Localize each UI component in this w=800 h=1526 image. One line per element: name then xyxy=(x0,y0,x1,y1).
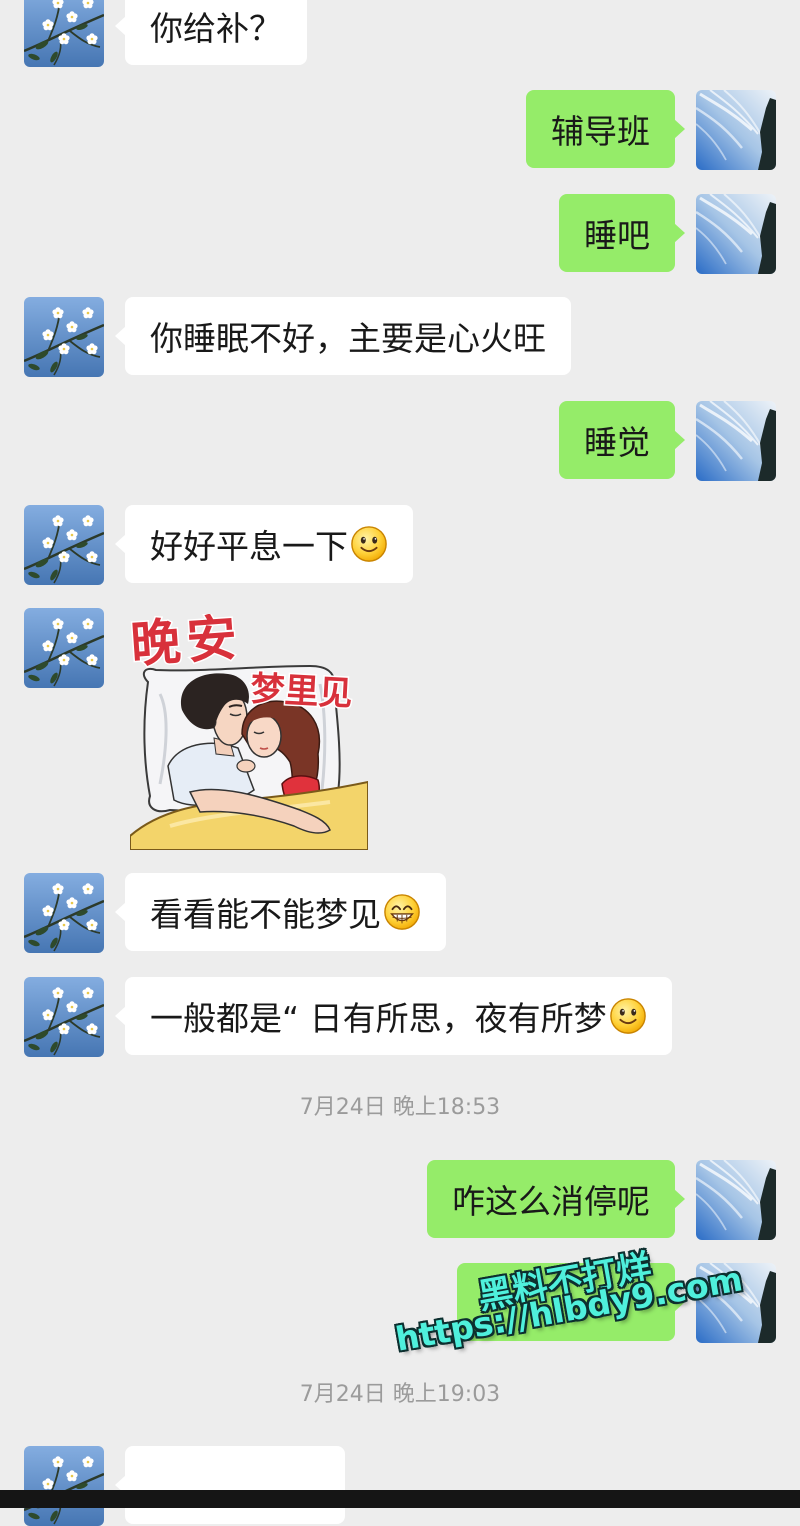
message-bubble[interactable]: 睡吧 xyxy=(559,194,685,272)
message-text: 你睡眠不好，主要是心火旺 xyxy=(150,319,546,358)
sleeping-couple-sticker[interactable]: 晚安 梦里见 xyxy=(130,614,368,850)
timestamp: 7月24日 晚上18:53 xyxy=(299,1095,501,1120)
contact-avatar[interactable] xyxy=(24,873,104,953)
contact-avatar[interactable] xyxy=(24,0,104,67)
contact-avatar[interactable] xyxy=(24,977,104,1057)
message-row: 睡吧 xyxy=(0,194,800,274)
contact-avatar[interactable] xyxy=(24,1446,104,1526)
message-bubble[interactable]: 好好平息一下 xyxy=(115,505,413,583)
contact-avatar[interactable] xyxy=(24,297,104,377)
message-row: 好好平息一下 xyxy=(0,505,800,585)
message-row: 一般都是“ 日有所思，夜有所梦 xyxy=(0,977,800,1057)
message-bubble[interactable]: 辅导班 xyxy=(526,90,685,168)
my-avatar[interactable] xyxy=(696,194,776,274)
message-row: 睡觉 xyxy=(0,401,800,481)
message-bubble[interactable]: 咋这么消停呢 xyxy=(427,1160,685,1238)
message-row: 晚安 梦里见 xyxy=(0,608,800,852)
sticker-subtitle: 梦里见 xyxy=(250,669,354,714)
my-avatar[interactable] xyxy=(696,90,776,170)
contact-avatar[interactable] xyxy=(24,608,104,688)
message-row: 你给补？ xyxy=(0,0,800,67)
message-row: 看看能不能梦见 xyxy=(0,873,800,953)
my-avatar[interactable] xyxy=(696,1160,776,1240)
message-bubble[interactable]: 睡觉 xyxy=(559,401,685,479)
message-row: 辅导班 xyxy=(0,90,800,170)
timestamp: 7月24日 晚上19:03 xyxy=(299,1382,501,1407)
message-bubble[interactable] xyxy=(115,1446,345,1524)
message-bubble[interactable]: 你给补？ xyxy=(115,0,307,65)
message-text: 睡觉 xyxy=(584,423,650,462)
message-text: 辅导班 xyxy=(551,112,650,151)
message-bubble[interactable]: 看看能不能梦见 xyxy=(115,873,446,951)
smile-emoji-icon xyxy=(350,525,388,563)
message-text: 一般都是“ 日有所思，夜有所梦 xyxy=(150,999,607,1038)
message-text: 你给补？ xyxy=(150,9,282,48)
sticker-title: 晚安 xyxy=(130,614,245,674)
message-text: 睡吧 xyxy=(584,216,650,255)
message-row xyxy=(0,1446,800,1526)
bottom-edge xyxy=(0,1490,800,1508)
grin-emoji-icon xyxy=(383,893,421,931)
message-text: 好好平息一下 xyxy=(150,527,348,566)
my-avatar[interactable] xyxy=(696,401,776,481)
message-row: 咋这么消停呢 xyxy=(0,1160,800,1240)
smile-emoji-icon xyxy=(609,997,647,1035)
contact-avatar[interactable] xyxy=(24,505,104,585)
message-row: 你睡眠不好，主要是心火旺 xyxy=(0,297,800,377)
message-text: 咋这么消停呢 xyxy=(452,1182,650,1221)
message-bubble[interactable]: 一般都是“ 日有所思，夜有所梦 xyxy=(115,977,672,1055)
message-text: 看看能不能梦见 xyxy=(150,895,381,934)
message-bubble[interactable]: 你睡眠不好，主要是心火旺 xyxy=(115,297,571,375)
